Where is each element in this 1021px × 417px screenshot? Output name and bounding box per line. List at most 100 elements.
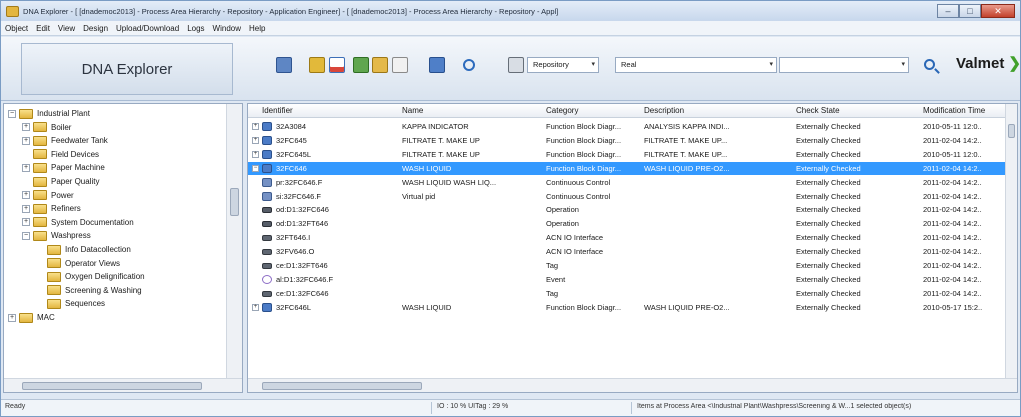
- search-combo[interactable]: ▾: [779, 57, 909, 73]
- tree-item[interactable]: + MAC: [8, 311, 55, 324]
- cell-modification-time: 2010-05-11 12:0..: [923, 122, 982, 131]
- scroll-thumb[interactable]: [262, 382, 422, 390]
- expand-icon[interactable]: +: [22, 204, 30, 213]
- menu-window[interactable]: Window: [213, 24, 241, 33]
- magnify-icon[interactable]: [463, 59, 475, 71]
- column-name[interactable]: Name: [402, 106, 423, 115]
- building-icon[interactable]: [392, 57, 408, 73]
- expand-icon[interactable]: +: [22, 218, 30, 227]
- tree-item[interactable]: + Boiler: [22, 121, 71, 134]
- table-row[interactable]: +32A3084 KAPPA INDICATOR Function Block Di…: [248, 120, 1005, 133]
- tree-item[interactable]: + Paper Machine: [22, 161, 105, 174]
- tree-vertical-scrollbar[interactable]: [226, 104, 242, 378]
- process-area-tree[interactable]: + MAC Sequences Screening & Washing Oxygen D…: [3, 103, 243, 393]
- table-row[interactable]: od:D1:32FC646 Operation Externally Checked…: [248, 203, 1005, 216]
- tree-item[interactable]: − Industrial Plant: [8, 107, 90, 120]
- expand-icon[interactable]: +: [252, 123, 259, 130]
- tree-item[interactable]: Sequences: [36, 297, 105, 310]
- real-combo[interactable]: Real ▾: [615, 57, 777, 73]
- table-row[interactable]: od:D1:32FT646 Operation Externally Checked…: [248, 217, 1005, 230]
- collapse-icon[interactable]: −: [8, 109, 16, 118]
- menu-design[interactable]: Design: [83, 24, 108, 33]
- open-folder-icon[interactable]: [309, 57, 325, 73]
- object-list[interactable]: Identifier Name Category Description Che…: [247, 103, 1018, 393]
- document-icon[interactable]: [429, 57, 445, 73]
- tree-item[interactable]: Screening & Washing: [36, 284, 142, 297]
- table-row[interactable]: +32FC646L WASH LIQUID Function Block Diagr…: [248, 301, 1005, 314]
- column-modification-time[interactable]: Modification Time: [923, 106, 985, 115]
- menu-edit[interactable]: Edit: [36, 24, 50, 33]
- refresh-icon[interactable]: [353, 57, 369, 73]
- column-description[interactable]: Description: [644, 106, 684, 115]
- expand-icon[interactable]: +: [252, 136, 259, 144]
- expand-icon[interactable]: +: [252, 150, 259, 158]
- chevron-down-icon[interactable]: ▾: [591, 58, 595, 72]
- tree-item[interactable]: Info Datacollection: [36, 243, 131, 256]
- search-icon[interactable]: [924, 59, 935, 70]
- folder-icon: [33, 149, 47, 160]
- scroll-thumb[interactable]: [1008, 124, 1015, 138]
- folder-icon: [47, 271, 61, 282]
- tree-item[interactable]: + Feedwater Tank: [22, 134, 108, 147]
- printer-icon[interactable]: [508, 57, 524, 73]
- table-row[interactable]: al:D1:32FC646.F Event Externally Checked 20…: [248, 273, 1005, 286]
- tree-item[interactable]: Operator Views: [36, 257, 120, 270]
- list-horizontal-scrollbar[interactable]: [248, 378, 1017, 392]
- table-row[interactable]: +32FC645 FILTRATE T. MAKE UP Function Bloc…: [248, 134, 1005, 147]
- expand-icon[interactable]: +: [8, 313, 16, 322]
- expand-icon[interactable]: +: [22, 163, 30, 172]
- table-row[interactable]: +32FC645L FILTRATE T. MAKE UP Function Blo…: [248, 148, 1005, 161]
- status-ready: Ready: [5, 403, 26, 410]
- expand-icon[interactable]: +: [22, 136, 30, 145]
- list-vertical-scrollbar[interactable]: [1005, 104, 1017, 378]
- chevron-down-icon[interactable]: ▾: [901, 58, 905, 72]
- close-button[interactable]: ✕: [981, 4, 1015, 18]
- expand-icon[interactable]: +: [252, 303, 259, 311]
- check-document-icon[interactable]: [329, 57, 345, 73]
- menu-upload-download[interactable]: Upload/Download: [116, 24, 179, 33]
- table-row[interactable]: 32FV646.O ACN IO Interface Externally Chec…: [248, 245, 1005, 258]
- repository-combo[interactable]: Repository ▾: [527, 57, 599, 73]
- tree-item[interactable]: + Refiners: [22, 202, 81, 215]
- edit-folder-icon[interactable]: [372, 57, 388, 73]
- function-block-icon: [262, 149, 272, 159]
- collapse-icon[interactable]: −: [22, 231, 30, 240]
- table-row-selected[interactable]: − 32FC646 WASH LIQUID Function Block Diagr.…: [248, 161, 1005, 175]
- column-category[interactable]: Category: [546, 106, 578, 115]
- expand-icon[interactable]: +: [22, 191, 30, 200]
- column-identifier[interactable]: Identifier: [262, 106, 293, 115]
- tree-item[interactable]: Paper Quality: [22, 175, 99, 188]
- menu-object[interactable]: Object: [5, 24, 28, 33]
- collapse-icon[interactable]: −: [252, 164, 259, 172]
- expand-icon[interactable]: +: [22, 123, 30, 132]
- tree-horizontal-scrollbar[interactable]: [4, 378, 242, 392]
- cell-name: WASH LIQUID: [402, 163, 452, 173]
- menu-logs[interactable]: Logs: [187, 24, 204, 33]
- cell-check-state: Externally Checked: [796, 247, 861, 257]
- table-row[interactable]: 32FT646.I ACN IO Interface Externally Chec…: [248, 231, 1005, 244]
- scroll-thumb[interactable]: [22, 382, 202, 390]
- grid-view-icon[interactable]: [276, 57, 292, 73]
- cell-identifier: ce:D1:32FC646: [276, 288, 329, 298]
- chevron-down-icon[interactable]: ▾: [769, 58, 773, 72]
- tree-item[interactable]: − Washpress: [22, 229, 91, 242]
- tree-item[interactable]: Field Devices: [22, 148, 99, 161]
- cell-check-state: Externally Checked: [796, 135, 861, 145]
- tree-item[interactable]: + Power: [22, 189, 74, 202]
- scroll-thumb[interactable]: [230, 188, 239, 216]
- minimize-button[interactable]: –: [937, 4, 959, 18]
- cell-check-state: Externally Checked: [796, 274, 861, 284]
- tree-item[interactable]: + System Documentation: [22, 216, 134, 229]
- table-row[interactable]: pr:32FC646.F WASH LIQUID WASH LIQ... Conti…: [248, 176, 1005, 189]
- tree-item[interactable]: Oxygen Delignification: [36, 270, 145, 283]
- table-row[interactable]: si:32FC646.F Virtual pid Continuous Contro…: [248, 190, 1005, 203]
- menu-help[interactable]: Help: [249, 24, 265, 33]
- menu-view[interactable]: View: [58, 24, 75, 33]
- folder-icon: [33, 217, 47, 228]
- maximize-button[interactable]: □: [959, 4, 981, 18]
- table-row[interactable]: ce:D1:32FC646 Tag Externally Checked 2011-0…: [248, 287, 1005, 300]
- column-check-state[interactable]: Check State: [796, 106, 840, 115]
- cell-category: Function Block Diagr...: [546, 135, 622, 145]
- title-bar[interactable]: DNA Explorer - [ [dnademoc2013] - Proces…: [1, 1, 1020, 21]
- table-row[interactable]: ce:D1:32FT646 Tag Externally Checked 2011-0…: [248, 259, 1005, 272]
